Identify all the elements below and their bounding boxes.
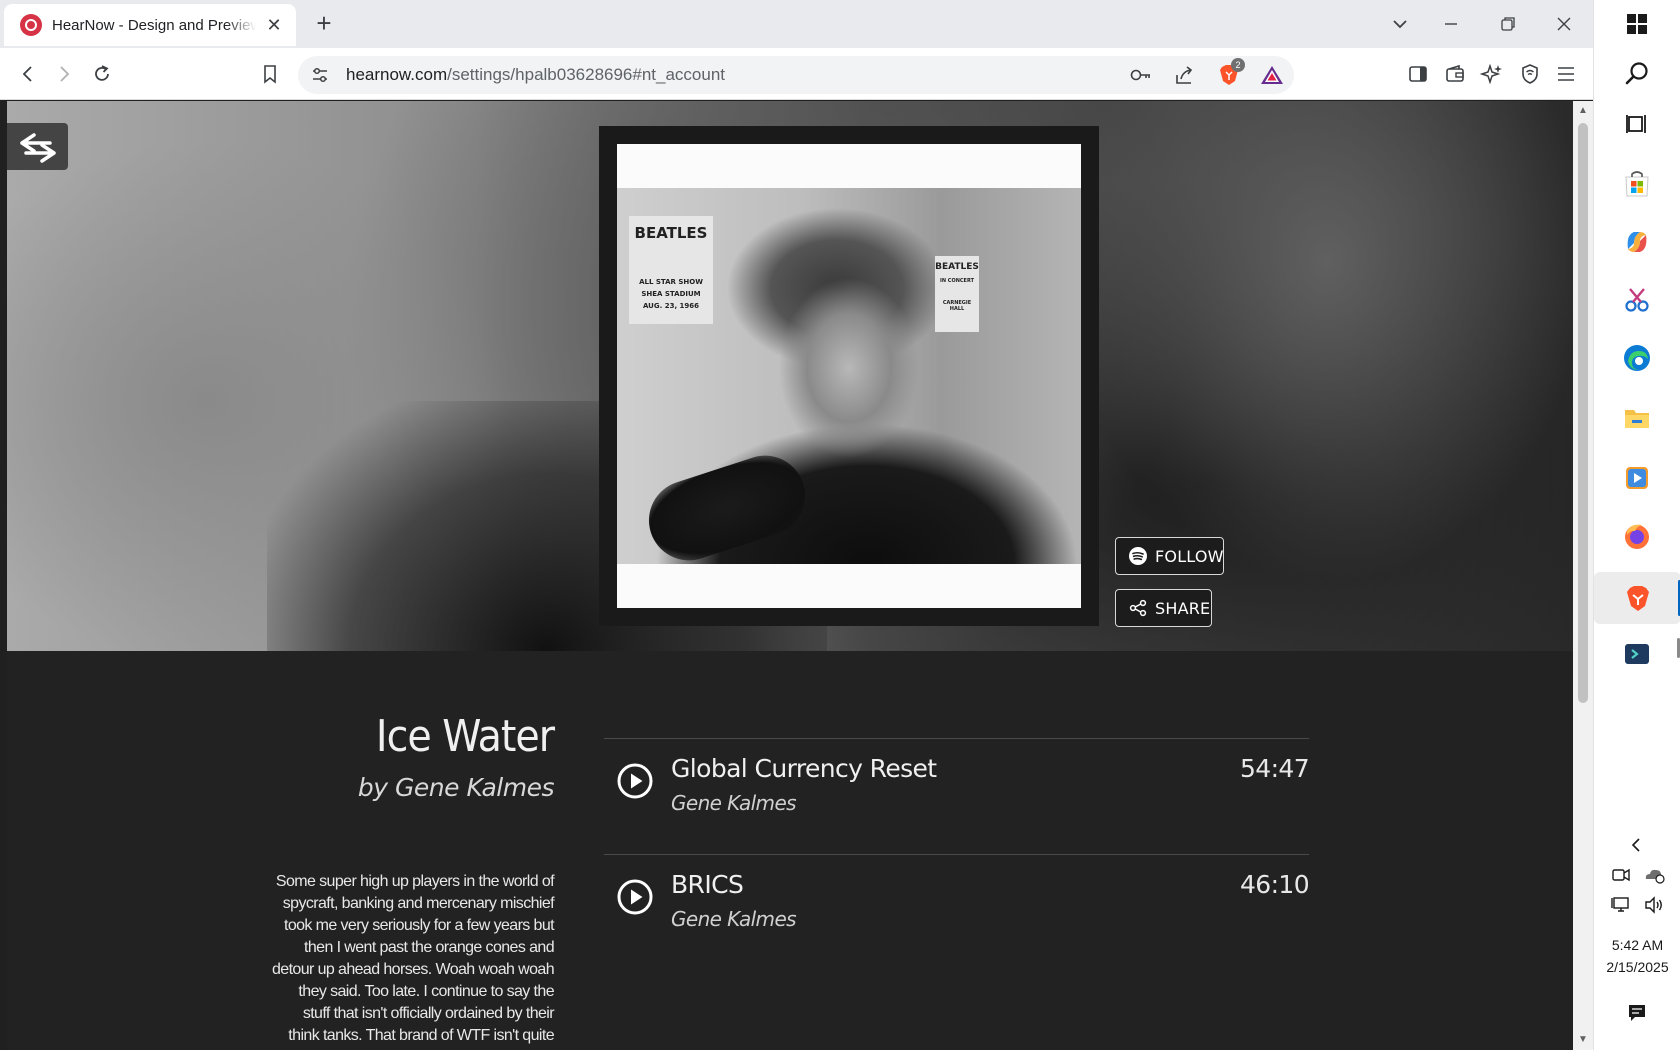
poster-left-line: BEATLES bbox=[634, 224, 708, 242]
sidebar-toggle-icon[interactable] bbox=[1404, 60, 1432, 88]
album-byline: by Gene Kalmes bbox=[357, 773, 555, 802]
share-page-icon[interactable] bbox=[1172, 63, 1198, 87]
poster-right-line: IN CONCERT bbox=[939, 278, 974, 284]
poster-right-line: CARNEGIE HALL bbox=[942, 300, 972, 312]
poster-left-line: SHEA STADIUM bbox=[641, 290, 701, 298]
back-icon[interactable] bbox=[14, 60, 42, 88]
bookmark-icon[interactable] bbox=[256, 60, 284, 88]
shields-count-badge: 2 bbox=[1231, 58, 1245, 72]
brave-taskbar-icon[interactable] bbox=[1594, 572, 1680, 624]
track-artist: Gene Kalmes bbox=[671, 907, 797, 931]
follow-label: FOLLOW bbox=[1155, 546, 1224, 566]
firefox-icon[interactable] bbox=[1617, 516, 1657, 556]
album-cover-frame: BEATLES ALL STAR SHOW SHEA STADIUM AUG. … bbox=[599, 126, 1099, 626]
track-row[interactable]: Global Currency Reset Gene Kalmes 54:47 bbox=[604, 739, 1310, 839]
address-bar[interactable]: hearnow.com/settings/hpalb03628696#nt_ac… bbox=[298, 56, 1294, 94]
track-row[interactable]: BRICS Gene Kalmes 46:10 bbox=[604, 855, 1310, 955]
minimize-button[interactable] bbox=[1437, 10, 1465, 38]
play-icon[interactable] bbox=[617, 763, 653, 799]
vpn-shield-icon[interactable] bbox=[1516, 60, 1544, 88]
snipping-tool-icon[interactable] bbox=[1617, 280, 1657, 320]
scroll-up-arrow-icon[interactable]: ▲ bbox=[1573, 103, 1593, 119]
clock-time[interactable]: 5:42 AM bbox=[1594, 937, 1680, 953]
windows-taskbar: 5:42 AM 2/15/2025 bbox=[1593, 0, 1680, 1050]
browser-toolbar: hearnow.com/settings/hpalb03628696#nt_ac… bbox=[0, 48, 1593, 100]
page-content: BEATLES ALL STAR SHOW SHEA STADIUM AUG. … bbox=[7, 101, 1574, 1050]
active-tab[interactable]: HearNow - Design and Preview ✕ bbox=[4, 4, 296, 46]
site-settings-icon[interactable] bbox=[310, 65, 330, 85]
wallet-icon[interactable] bbox=[1441, 60, 1469, 88]
close-window-button[interactable] bbox=[1550, 10, 1578, 38]
scroll-down-arrow-icon[interactable]: ▼ bbox=[1573, 1032, 1593, 1048]
edge-browser-icon[interactable] bbox=[1617, 338, 1657, 378]
leo-ai-icon[interactable] bbox=[1478, 60, 1506, 88]
url-text[interactable]: hearnow.com/settings/hpalb03628696#nt_ac… bbox=[346, 65, 725, 85]
share-label: SHARE bbox=[1155, 598, 1211, 618]
tab-title: HearNow - Design and Preview bbox=[52, 16, 256, 34]
password-key-icon[interactable] bbox=[1128, 63, 1154, 87]
track-title[interactable]: BRICS bbox=[671, 870, 744, 899]
meet-now-icon[interactable] bbox=[1609, 864, 1633, 886]
share-button[interactable]: SHARE bbox=[1115, 589, 1212, 627]
network-icon[interactable] bbox=[1609, 894, 1633, 916]
microphone-shape bbox=[638, 445, 816, 564]
album-cover: BEATLES ALL STAR SHOW SHEA STADIUM AUG. … bbox=[617, 144, 1081, 608]
album-title: Ice Water bbox=[375, 711, 555, 762]
terminal-app-icon[interactable] bbox=[1617, 634, 1680, 674]
show-hidden-icons-chevron-icon[interactable] bbox=[1625, 834, 1649, 856]
cover-poster-right: BEATLES IN CONCERT CARNEGIE HALL bbox=[935, 256, 979, 332]
swap-arrows-icon bbox=[19, 132, 56, 163]
track-artist: Gene Kalmes bbox=[671, 791, 797, 815]
tab-close-icon[interactable]: ✕ bbox=[264, 15, 284, 35]
track-duration: 46:10 bbox=[1239, 870, 1310, 899]
preview-toggle-button[interactable] bbox=[7, 123, 68, 170]
track-duration: 54:47 bbox=[1239, 754, 1310, 783]
track-title[interactable]: Global Currency Reset bbox=[671, 754, 937, 783]
copilot-icon[interactable] bbox=[1617, 222, 1657, 262]
scrollbar-thumb[interactable] bbox=[1578, 123, 1588, 703]
follow-button[interactable]: FOLLOW bbox=[1115, 537, 1224, 575]
page-scrollbar[interactable]: ▲ ▼ bbox=[1573, 101, 1593, 1050]
notification-center-icon[interactable] bbox=[1625, 1002, 1649, 1024]
hearnow-favicon-icon bbox=[20, 14, 42, 36]
file-explorer-icon[interactable] bbox=[1617, 398, 1657, 438]
album-description: Some super high up players in the world … bbox=[271, 873, 555, 1044]
url-path: /settings/hpalb03628696#nt_account bbox=[447, 65, 726, 84]
spotify-icon bbox=[1128, 546, 1148, 566]
album-cover-photo: BEATLES ALL STAR SHOW SHEA STADIUM AUG. … bbox=[617, 188, 1081, 564]
restore-button[interactable] bbox=[1494, 10, 1522, 38]
new-tab-button[interactable]: + bbox=[312, 10, 336, 38]
main-menu-icon[interactable] bbox=[1552, 60, 1580, 88]
forward-icon[interactable] bbox=[50, 60, 78, 88]
poster-left-line: ALL STAR SHOW bbox=[639, 278, 703, 286]
reload-icon[interactable] bbox=[88, 60, 116, 88]
windows-start-icon[interactable] bbox=[1617, 4, 1657, 44]
volume-icon[interactable] bbox=[1642, 894, 1666, 916]
tab-strip: HearNow - Design and Preview ✕ + bbox=[0, 0, 1593, 48]
url-domain: hearnow.com bbox=[346, 65, 448, 84]
clock-date[interactable]: 2/15/2025 bbox=[1594, 959, 1680, 975]
tab-search-dropdown-icon[interactable] bbox=[1386, 10, 1414, 38]
hero-banner: BEATLES ALL STAR SHOW SHEA STADIUM AUG. … bbox=[7, 101, 1574, 651]
task-view-icon[interactable] bbox=[1617, 104, 1657, 144]
share-icon bbox=[1128, 598, 1148, 618]
brave-rewards-icon[interactable] bbox=[1260, 64, 1284, 86]
poster-left-line: AUG. 23, 1966 bbox=[642, 302, 700, 310]
microsoft-store-icon[interactable] bbox=[1617, 164, 1657, 204]
play-icon[interactable] bbox=[617, 879, 653, 915]
poster-right-line: BEATLES bbox=[935, 262, 979, 272]
search-icon[interactable] bbox=[1617, 54, 1657, 94]
cover-poster-left: BEATLES ALL STAR SHOW SHEA STADIUM AUG. … bbox=[629, 216, 713, 324]
media-player-icon[interactable] bbox=[1617, 458, 1657, 498]
onedrive-sync-icon[interactable] bbox=[1642, 864, 1666, 886]
